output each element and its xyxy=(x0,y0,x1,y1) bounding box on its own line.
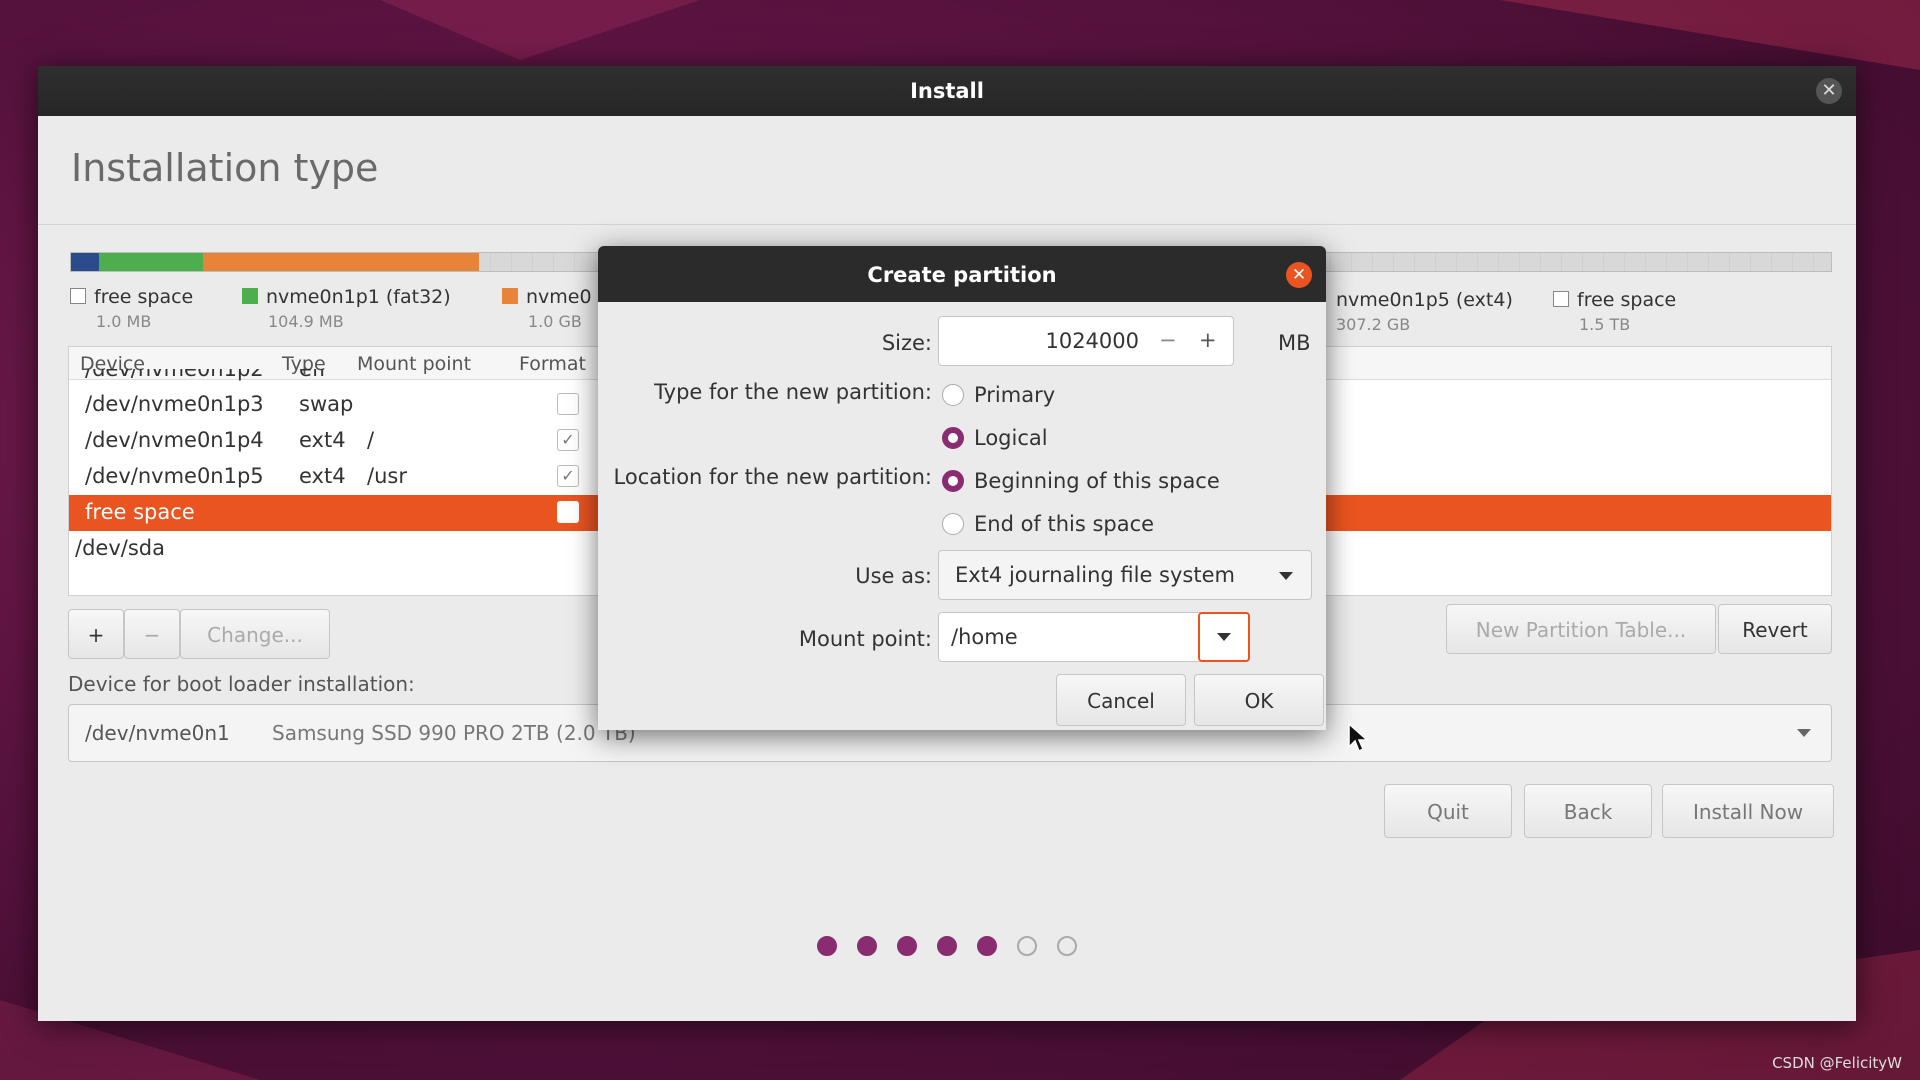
legend-name: nvme0n1p1 (fat32) xyxy=(266,286,451,308)
type-primary-label[interactable]: Primary xyxy=(974,383,1055,407)
create-partition-dialog: Create partition ✕ Size: 1024000 − + MB … xyxy=(598,246,1326,730)
change-partition-button[interactable]: Change... xyxy=(180,609,330,659)
cell-mount: / xyxy=(367,428,375,452)
legend-name: nvme0n1p5 (ext4) xyxy=(1336,289,1513,311)
legend-size: 104.9 MB xyxy=(268,312,344,331)
legend-item: free space 1.5 TB xyxy=(1553,289,1676,334)
progress-dot xyxy=(1057,936,1077,956)
use-as-label: Use as: xyxy=(855,564,932,588)
format-checkbox[interactable] xyxy=(557,501,579,523)
use-as-select[interactable]: Ext4 journaling file system xyxy=(938,550,1312,600)
chevron-down-icon xyxy=(1279,572,1293,580)
format-checkbox[interactable]: ✓ xyxy=(557,429,579,451)
size-stepper[interactable]: 1024000 − + xyxy=(938,316,1234,366)
cell-device: /dev/nvme0n1p3 xyxy=(85,392,264,416)
cell-type: ext4 xyxy=(299,428,346,452)
progress-dot xyxy=(857,936,877,956)
legend-item: nvme0 1.0 GB xyxy=(502,286,592,331)
dialog-titlebar: Create partition ✕ xyxy=(598,246,1326,302)
legend-swatch xyxy=(70,288,86,304)
mount-point-label: Mount point: xyxy=(798,627,932,651)
partition-seg-swap xyxy=(203,253,479,271)
window-title: Install xyxy=(910,79,984,103)
progress-dots xyxy=(38,936,1856,960)
legend-swatch xyxy=(502,288,518,304)
dialog-title: Create partition xyxy=(867,263,1057,287)
legend-item: nvme0n1p1 (fat32) 104.9 MB xyxy=(242,286,451,331)
window-close-icon[interactable]: ✕ xyxy=(1816,78,1842,104)
watermark: CSDN @FelicityW xyxy=(1772,1054,1902,1072)
location-end-label[interactable]: End of this space xyxy=(974,512,1154,536)
size-value[interactable]: 1024000 xyxy=(939,329,1139,353)
cell-type: swap xyxy=(299,392,354,416)
mount-point-input[interactable]: /home xyxy=(951,625,1018,649)
window-titlebar: Install ✕ xyxy=(38,66,1856,116)
dialog-close-icon[interactable]: ✕ xyxy=(1286,262,1312,288)
cell-type: efi xyxy=(299,369,326,381)
legend-name: free space xyxy=(94,286,194,308)
legend-size: 1.5 TB xyxy=(1579,315,1631,334)
progress-dot xyxy=(937,936,957,956)
location-beginning-radio[interactable] xyxy=(942,470,964,492)
bootloader-desc: Samsung SSD 990 PRO 2TB (2.0 TB) xyxy=(272,721,636,745)
location-end-radio[interactable] xyxy=(942,513,964,535)
cell-device: /dev/nvme0n1p2 xyxy=(85,369,264,381)
type-label: Type for the new partition: xyxy=(654,380,932,404)
install-now-button[interactable]: Install Now xyxy=(1662,784,1834,838)
progress-dot xyxy=(1017,936,1037,956)
ok-button[interactable]: OK xyxy=(1194,674,1324,726)
cell-device: /dev/nvme0n1p4 xyxy=(85,428,264,452)
chevron-down-icon xyxy=(1797,729,1811,737)
type-primary-radio[interactable] xyxy=(942,384,964,406)
partition-seg-efi xyxy=(71,253,99,271)
format-checkbox[interactable]: ✓ xyxy=(557,465,579,487)
size-increment-button[interactable]: + xyxy=(1199,328,1217,352)
quit-button[interactable]: Quit xyxy=(1384,784,1512,838)
legend-size: 1.0 MB xyxy=(96,312,152,331)
partition-seg-fat32 xyxy=(99,253,203,271)
cancel-button[interactable]: Cancel xyxy=(1056,674,1186,726)
legend-swatch xyxy=(1553,291,1569,307)
new-partition-table-button[interactable]: New Partition Table... xyxy=(1446,604,1716,654)
type-logical-label[interactable]: Logical xyxy=(974,426,1048,450)
bootloader-label: Device for boot loader installation: xyxy=(68,672,415,696)
back-button[interactable]: Back xyxy=(1524,784,1652,838)
size-label: Size: xyxy=(881,331,932,355)
legend-size: 307.2 GB xyxy=(1336,315,1411,334)
progress-dot xyxy=(977,936,997,956)
cell-device: /dev/nvme0n1p5 xyxy=(85,464,264,488)
location-beginning-label[interactable]: Beginning of this space xyxy=(974,469,1220,493)
cell-type: ext4 xyxy=(299,464,346,488)
progress-dot xyxy=(817,936,837,956)
use-as-value: Ext4 journaling file system xyxy=(955,563,1235,587)
legend-name: nvme0 xyxy=(526,286,592,308)
add-partition-button[interactable]: + xyxy=(68,609,124,659)
page-title: Installation type xyxy=(71,146,379,190)
legend-swatch xyxy=(242,288,258,304)
location-label: Location for the new partition: xyxy=(613,465,932,489)
cell-device: free space xyxy=(85,500,195,524)
revert-button[interactable]: Revert xyxy=(1718,604,1832,654)
chevron-down-icon xyxy=(1217,633,1231,641)
type-logical-radio[interactable] xyxy=(942,427,964,449)
bootloader-device: /dev/nvme0n1 xyxy=(85,721,230,745)
size-decrement-button[interactable]: − xyxy=(1159,328,1177,352)
mount-point-dropdown-button[interactable] xyxy=(1198,612,1250,662)
size-unit: MB xyxy=(1278,331,1311,355)
format-checkbox[interactable] xyxy=(557,393,579,415)
legend-size: 1.0 GB xyxy=(528,312,582,331)
mouse-pointer-icon xyxy=(1348,723,1369,753)
cell-mount: /usr xyxy=(367,464,407,488)
divider xyxy=(38,224,1856,225)
progress-dot xyxy=(897,936,917,956)
legend-name: free space xyxy=(1577,289,1677,311)
mount-point-combo[interactable]: /home xyxy=(938,612,1250,662)
cell-device: /dev/sda xyxy=(75,536,165,560)
legend-item: nvme0n1p5 (ext4) 307.2 GB xyxy=(1336,289,1513,334)
remove-partition-button[interactable]: − xyxy=(124,609,180,659)
legend-item: free space 1.0 MB xyxy=(70,286,193,331)
